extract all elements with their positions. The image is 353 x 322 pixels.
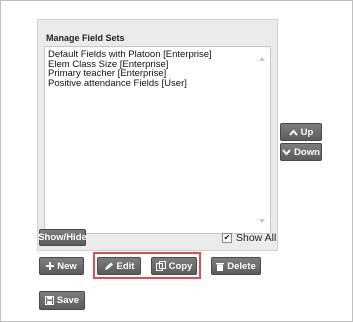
trash-icon bbox=[216, 262, 225, 271]
delete-label: Delete bbox=[227, 260, 256, 272]
show-hide-button[interactable]: Show/Hide bbox=[38, 229, 87, 246]
move-down-button[interactable]: Down bbox=[280, 143, 322, 161]
dialog-frame: Manage Field Sets Default Fields with Pl… bbox=[0, 0, 353, 322]
scroll-down-arrow-icon[interactable] bbox=[259, 219, 265, 223]
floppy-disk-icon bbox=[44, 296, 54, 305]
panel-title: Manage Field Sets bbox=[46, 33, 125, 43]
save-label: Save bbox=[56, 295, 80, 306]
show-all-toggle[interactable]: ✔ Show All bbox=[222, 232, 276, 244]
scroll-up-arrow-icon[interactable] bbox=[259, 57, 265, 61]
plus-icon bbox=[46, 262, 55, 270]
new-label: New bbox=[57, 260, 77, 272]
move-up-button[interactable]: Up bbox=[280, 123, 322, 141]
new-button[interactable]: New bbox=[39, 257, 84, 275]
show-all-label: Show All bbox=[236, 232, 277, 244]
edit-copy-highlight-box bbox=[93, 252, 201, 279]
chevron-up-icon bbox=[288, 128, 298, 136]
move-down-label: Down bbox=[294, 146, 320, 158]
show-all-checkbox[interactable]: ✔ bbox=[222, 233, 232, 243]
delete-button[interactable]: Delete bbox=[211, 257, 261, 275]
field-sets-listbox[interactable]: Default Fields with Platoon [Enterprise]… bbox=[44, 46, 271, 234]
list-item[interactable]: Positive attendance Fields [User] bbox=[48, 79, 212, 89]
field-sets-panel: Manage Field Sets Default Fields with Pl… bbox=[37, 19, 278, 251]
show-hide-label: Show/Hide bbox=[38, 232, 87, 243]
save-button[interactable]: Save bbox=[39, 291, 85, 310]
move-up-label: Up bbox=[300, 126, 314, 138]
chevron-down-icon bbox=[282, 148, 291, 156]
